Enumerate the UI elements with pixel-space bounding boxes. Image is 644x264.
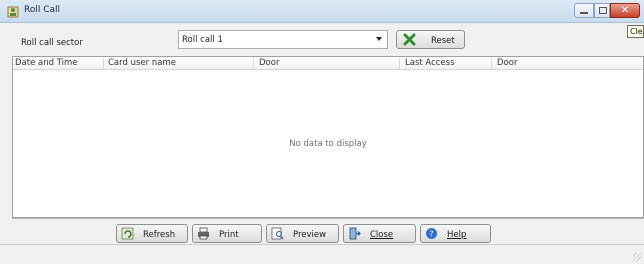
minimize-button[interactable] — [574, 3, 594, 18]
column-divider — [103, 57, 104, 69]
roll-call-window: Roll Call ✕ Cle Roll call sector Roll ca… — [0, 0, 644, 264]
roll-call-sector-select[interactable]: Roll call 1 — [178, 30, 388, 49]
column-divider — [491, 57, 492, 69]
title-bar: Roll Call ✕ — [0, 0, 644, 23]
column-date-and-time[interactable]: Date and Time — [15, 58, 78, 68]
maximize-button[interactable] — [594, 3, 610, 18]
column-door[interactable]: Door — [259, 58, 279, 68]
window-title: Roll Call — [24, 5, 61, 15]
status-bar — [0, 244, 644, 264]
refresh-icon — [121, 227, 134, 240]
minimize-icon — [580, 12, 588, 14]
preview-button[interactable]: Preview — [266, 224, 339, 243]
print-button[interactable]: Print — [192, 224, 262, 243]
refresh-button[interactable]: Refresh — [116, 224, 188, 243]
preview-icon — [271, 227, 284, 240]
reset-button[interactable]: Reset — [396, 30, 465, 49]
empty-state-text: No data to display — [289, 139, 367, 149]
column-card-user-name[interactable]: Card user name — [108, 58, 176, 68]
close-x-icon: ✕ — [620, 5, 630, 16]
column-last-access[interactable]: Last Access — [405, 58, 455, 68]
help-icon: ? — [426, 228, 437, 239]
help-button[interactable]: ? Help — [420, 224, 491, 243]
chevron-down-icon — [376, 37, 382, 41]
x-mark-icon — [403, 33, 416, 46]
print-label: Print — [219, 230, 239, 240]
reset-label: Reset — [431, 36, 455, 46]
action-bar: Refresh Print Preview Close ? Help — [12, 218, 644, 244]
svg-text:?: ? — [429, 230, 433, 239]
resize-grip[interactable] — [633, 253, 641, 261]
column-divider — [399, 57, 400, 69]
preview-label: Preview — [293, 230, 327, 240]
column-divider — [253, 57, 254, 69]
close-window-button[interactable]: ✕ — [610, 3, 640, 18]
selected-sector: Roll call 1 — [182, 35, 223, 45]
refresh-label: Refresh — [143, 230, 176, 240]
roll-call-sector-label: Roll call sector — [21, 38, 83, 48]
exit-door-icon — [349, 227, 361, 240]
tooltip: Cle — [627, 25, 644, 38]
column-door-2[interactable]: Door — [497, 58, 517, 68]
roll-call-table: Date and Time Card user name Door Last A… — [12, 56, 644, 218]
printer-icon — [198, 227, 209, 240]
close-label: Close — [370, 230, 394, 240]
help-label: Help — [447, 230, 467, 240]
maximize-icon — [599, 7, 607, 14]
table-header: Date and Time Card user name Door Last A… — [13, 57, 643, 70]
close-button[interactable]: Close — [343, 224, 416, 243]
roll-call-icon — [7, 6, 19, 18]
